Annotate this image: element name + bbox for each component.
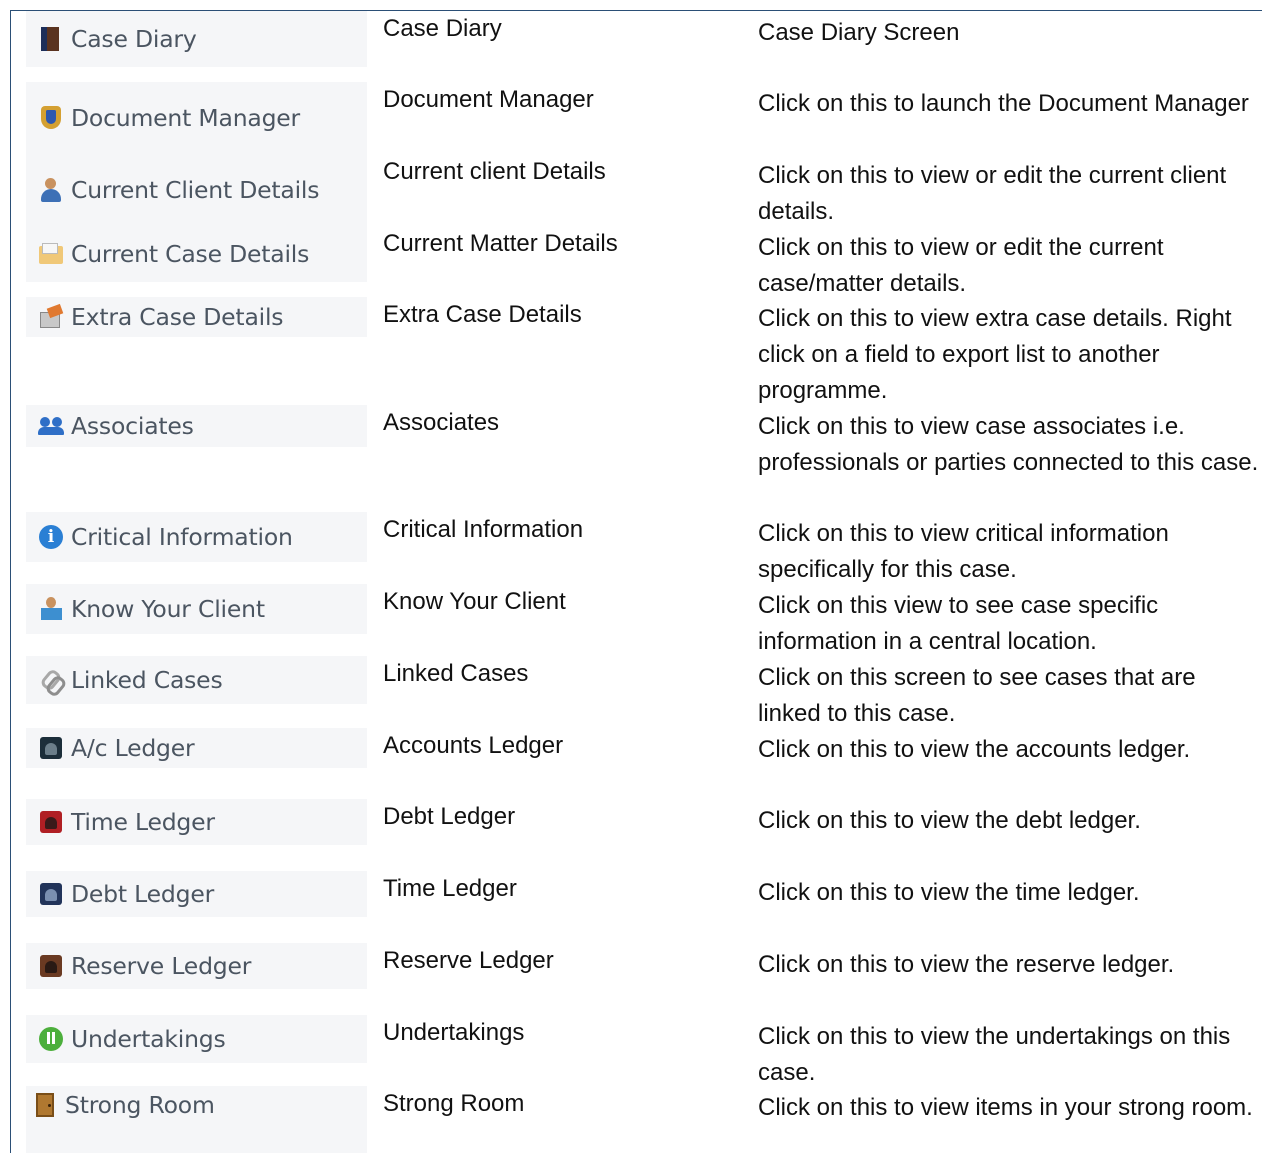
ledger-brown-icon [38, 953, 64, 979]
feature-description: Click on this to view the undertakings o… [758, 1023, 1231, 1086]
current-client-details-button[interactable]: Current Client Details [26, 154, 367, 226]
ac-ledger-button[interactable]: A/c Ledger [26, 728, 367, 768]
feature-name: Associates [383, 409, 500, 436]
associates-button[interactable]: Associates [26, 405, 367, 447]
case-diary-button[interactable]: Case Diary [26, 11, 367, 67]
feature-name: Extra Case Details [383, 301, 582, 328]
extra-case-details-button[interactable]: Extra Case Details [26, 297, 367, 337]
document-manager-button[interactable]: Document Manager [26, 82, 367, 154]
chain-link-icon [38, 667, 64, 693]
feature-name: Know Your Client [383, 588, 566, 615]
extra-box-icon [38, 304, 64, 330]
feature-description: Click on this to view extra case details… [758, 305, 1232, 404]
feature-description: Click on this to view or edit the curren… [758, 234, 1164, 297]
diary-book-icon [38, 26, 64, 52]
info-icon [38, 524, 64, 550]
table-row: Current Case Details Current Matter Deta… [11, 226, 1262, 297]
time-ledger-button[interactable]: Time Ledger [26, 799, 367, 845]
undertakings-button[interactable]: Undertakings [26, 1015, 367, 1063]
table-row: Extra Case Details Extra Case Details Cl… [11, 297, 1262, 405]
feature-name: Debt Ledger [383, 803, 516, 830]
table-row: Current Client Details Current client De… [11, 154, 1262, 226]
feature-name: Critical Information [383, 516, 584, 543]
table-row: Critical Information Critical Informatio… [11, 512, 1262, 584]
feature-name: Linked Cases [383, 660, 529, 687]
feature-name: Document Manager [383, 86, 594, 113]
table-row: Document Manager Document Manager Click … [11, 82, 1262, 154]
feature-name: Time Ledger [383, 875, 517, 902]
feature-description: Click on this to view critical informati… [758, 520, 1169, 583]
feature-description: Click on this to view the time ledger. [758, 879, 1140, 906]
feature-description: Click on this to view case associates i.… [758, 413, 1259, 476]
feature-description: Click on this to view items in your stro… [758, 1094, 1253, 1121]
feature-description: Click on this to launch the Document Man… [758, 90, 1249, 117]
table-row: Debt Ledger Time Ledger Click on this to… [11, 871, 1262, 943]
client-person-icon [38, 177, 64, 203]
feature-name: Current Matter Details [383, 230, 618, 257]
feature-name: Current client Details [383, 158, 606, 185]
table-row: Reserve Ledger Reserve Ledger Click on t… [11, 943, 1262, 1015]
case-folder-icon [38, 241, 64, 267]
feature-name: Undertakings [383, 1019, 525, 1046]
feature-name: Accounts Ledger [383, 732, 564, 759]
strong-room-button[interactable]: Strong Room [26, 1086, 367, 1153]
feature-description: Click on this screen to see cases that a… [758, 664, 1196, 727]
feature-name: Case Diary [383, 15, 502, 42]
table-row: Strong Room Strong Room Click on this to… [11, 1086, 1262, 1153]
ledger-blue-icon [38, 881, 64, 907]
document-shield-icon [38, 105, 64, 131]
feature-name: Reserve Ledger [383, 947, 554, 974]
feature-description: Click on this to view or edit the curren… [758, 162, 1227, 225]
feature-description: Case Diary Screen [758, 19, 960, 46]
table-row: A/c Ledger Accounts Ledger Click on this… [11, 728, 1262, 799]
feature-description: Click on this to view the reserve ledger… [758, 951, 1175, 978]
know-your-client-button[interactable]: Know Your Client [26, 584, 367, 634]
know-your-client-icon [38, 596, 64, 622]
debt-ledger-button[interactable]: Debt Ledger [26, 871, 367, 917]
current-case-details-button[interactable]: Current Case Details [26, 226, 367, 282]
table-row: Linked Cases Linked Cases Click on this … [11, 656, 1262, 728]
table-row: Undertakings Undertakings Click on this … [11, 1015, 1262, 1086]
table-row: Case Diary Case Diary Case Diary Screen [11, 11, 1262, 82]
table-row: Associates Associates Click on this to v… [11, 405, 1262, 512]
critical-information-button[interactable]: Critical Information [26, 512, 367, 562]
feature-description: Click on this to view the debt ledger. [758, 807, 1141, 834]
feature-description: Click on this to view the accounts ledge… [758, 736, 1191, 763]
undertakings-icon [38, 1026, 64, 1052]
ledger-dark-icon [38, 735, 64, 761]
linked-cases-button[interactable]: Linked Cases [26, 656, 367, 704]
table-row: Time Ledger Debt Ledger Click on this to… [11, 799, 1262, 871]
feature-description: Click on this view to see case specific … [758, 592, 1159, 655]
associates-people-icon [38, 413, 64, 439]
strong-room-door-icon [32, 1092, 58, 1118]
ledger-red-icon [38, 809, 64, 835]
table-row: Know Your Client Know Your Client Click … [11, 584, 1262, 656]
feature-name: Strong Room [383, 1090, 525, 1117]
reserve-ledger-button[interactable]: Reserve Ledger [26, 943, 367, 989]
